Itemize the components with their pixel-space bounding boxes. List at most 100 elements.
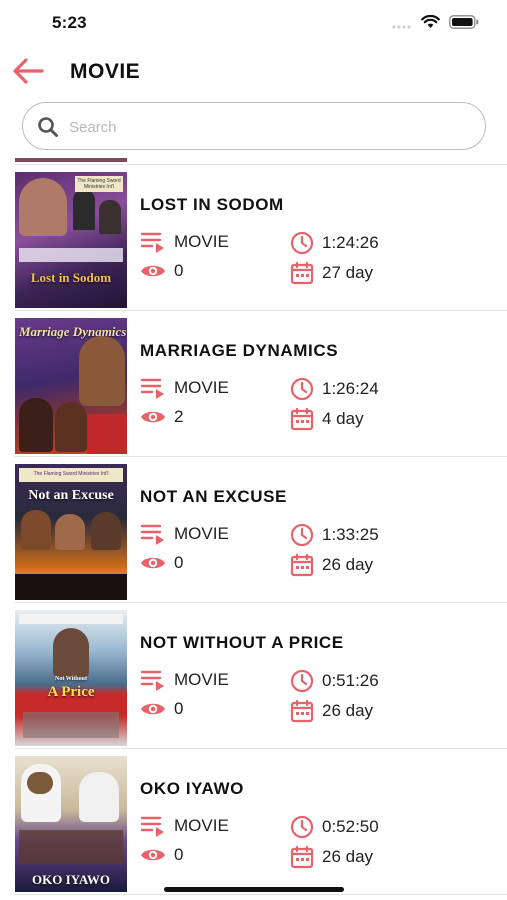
movie-category: MOVIE (140, 523, 229, 545)
playlist-icon (140, 524, 164, 545)
search-input[interactable] (69, 113, 469, 141)
search-icon (37, 116, 59, 143)
views-count: 0 (174, 261, 184, 280)
movie-duration: 1:33:25 (290, 523, 379, 547)
age-label: 27 day (322, 263, 374, 282)
header: MOVIE (0, 50, 507, 94)
movie-poster: OKO IYAWO (15, 756, 127, 892)
previous-item-poster-edge (15, 158, 127, 162)
movie-duration: 0:51:26 (290, 669, 379, 693)
duration-label: 1:26:24 (322, 379, 379, 398)
movie-poster: The Flaming Sword Ministries Int'l Not a… (15, 464, 127, 600)
movie-list[interactable]: The Flaming Sword Ministries Int'l Lost … (0, 158, 507, 900)
duration-label: 1:33:25 (322, 525, 379, 544)
row-separator (15, 602, 507, 603)
movie-poster: Not Without A Price (15, 610, 127, 746)
battery-icon (449, 15, 479, 34)
eye-icon (141, 265, 165, 277)
category-label: MOVIE (174, 524, 229, 543)
age-label: 26 day (322, 847, 374, 866)
status-icons (392, 14, 479, 34)
eye-icon (141, 849, 165, 861)
playlist-icon (140, 670, 164, 691)
movie-poster: Marriage Dynamics (15, 318, 127, 454)
calendar-icon (290, 261, 314, 285)
poster-headline: The Flaming Sword Ministries Int'l (19, 468, 123, 482)
movie-title: NOT WITHOUT A PRICE (140, 633, 344, 652)
row-separator (15, 894, 507, 895)
views-count: 0 (174, 845, 184, 864)
calendar-icon (290, 407, 314, 431)
clock-icon (290, 231, 314, 255)
movie-age: 26 day (290, 699, 373, 723)
back-button[interactable] (10, 56, 50, 86)
poster-title: Not an Excuse (28, 488, 114, 503)
movie-list-item[interactable]: Not Without A Price NOT WITHOUT A PRICE … (0, 604, 507, 750)
movie-list-item[interactable]: The Flaming Sword Ministries Int'l Not a… (0, 458, 507, 604)
movie-list-item[interactable]: The Flaming Sword Ministries Int'l Lost … (0, 166, 507, 312)
category-label: MOVIE (174, 232, 229, 251)
movie-views: 0 (140, 553, 183, 573)
movie-title: MARRIAGE DYNAMICS (140, 341, 339, 360)
clock-icon (290, 377, 314, 401)
poster-headline: The Flaming Sword Ministries Int'l (75, 176, 123, 192)
duration-label: 0:52:50 (322, 817, 379, 836)
views-count: 0 (174, 553, 184, 572)
playlist-icon (140, 378, 164, 399)
eye-icon (141, 703, 165, 715)
calendar-icon (290, 699, 314, 723)
poster-title: OKO IYAWO (32, 872, 110, 887)
calendar-icon (290, 553, 314, 577)
search-box[interactable] (22, 102, 486, 150)
views-count: 2 (174, 407, 184, 426)
category-label: MOVIE (174, 670, 229, 689)
age-label: 4 day (322, 409, 364, 428)
status-time: 5:23 (52, 13, 87, 32)
clock-icon (290, 815, 314, 839)
movie-age: 4 day (290, 407, 364, 431)
movie-duration: 1:26:24 (290, 377, 379, 401)
eye-icon (141, 411, 165, 423)
duration-label: 0:51:26 (322, 671, 379, 690)
movie-title: LOST IN SODOM (140, 195, 284, 214)
poster-title: Lost in Sodom (30, 270, 112, 285)
cellular-signal-icon (392, 16, 412, 34)
status-bar: 5:23 (0, 0, 507, 46)
movie-poster: The Flaming Sword Ministries Int'l Lost … (15, 172, 127, 308)
clock-icon (290, 523, 314, 547)
movie-views: 2 (140, 407, 183, 427)
back-arrow-icon (13, 58, 44, 84)
clock-icon (290, 669, 314, 693)
movie-title: NOT AN EXCUSE (140, 487, 287, 506)
movie-category: MOVIE (140, 231, 229, 253)
movie-views: 0 (140, 845, 183, 865)
movie-age: 26 day (290, 845, 373, 869)
movie-category: MOVIE (140, 377, 229, 399)
age-label: 26 day (322, 701, 374, 720)
poster-title: A Price (47, 684, 95, 700)
movie-duration: 0:52:50 (290, 815, 379, 839)
age-label: 26 day (322, 555, 374, 574)
category-label: MOVIE (174, 378, 229, 397)
movie-list-item[interactable]: OKO IYAWO OKO IYAWO MOVIE 0:52:50 0 26 d… (0, 750, 507, 896)
movie-category: MOVIE (140, 669, 229, 691)
playlist-icon (140, 232, 164, 253)
movie-views: 0 (140, 699, 183, 719)
movie-title: OKO IYAWO (140, 779, 244, 798)
eye-icon (141, 557, 165, 569)
movie-age: 26 day (290, 553, 373, 577)
movie-age: 27 day (290, 261, 373, 285)
row-separator (15, 310, 507, 311)
home-indicator[interactable] (164, 887, 344, 892)
playlist-icon (140, 816, 164, 837)
movie-duration: 1:24:26 (290, 231, 379, 255)
views-count: 0 (174, 699, 184, 718)
page-title: MOVIE (70, 60, 141, 83)
row-separator (15, 456, 507, 457)
row-separator (15, 748, 507, 749)
movie-views: 0 (140, 261, 183, 281)
category-label: MOVIE (174, 816, 229, 835)
movie-list-item[interactable]: Marriage Dynamics MARRIAGE DYNAMICS MOVI… (0, 312, 507, 458)
row-separator (15, 164, 507, 165)
calendar-icon (290, 845, 314, 869)
